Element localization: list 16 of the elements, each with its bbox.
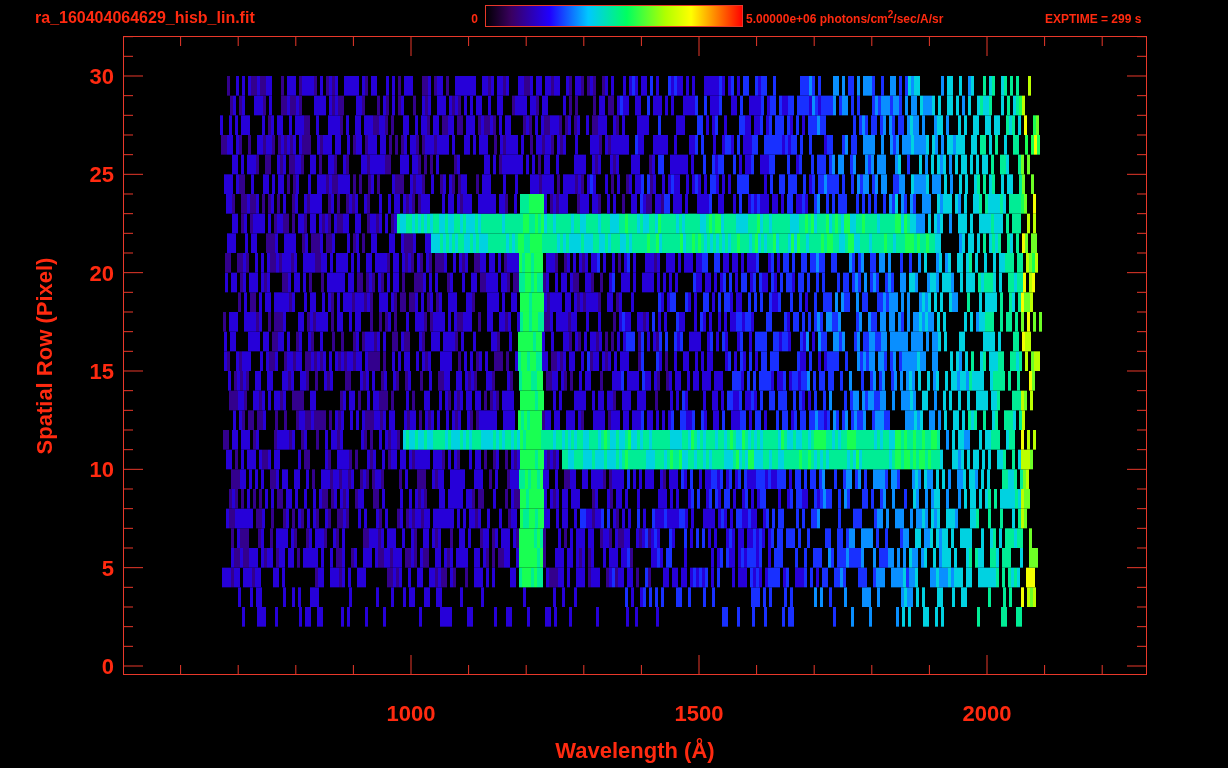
colorbar-max-label: 5.00000e+06 photons/cm$^{2}$/sec/A/sr <box>746 8 944 26</box>
y-tick-label: 30 <box>89 64 114 89</box>
exposure-time-label: EXPTIME = 299 s <box>1045 12 1142 26</box>
x-tick-label: 2000 <box>962 701 1012 726</box>
x-tick-label: 1000 <box>386 701 436 726</box>
plot-title: ra_160404064629_hisb_lin.fit <box>35 9 255 26</box>
x-tick-label: 1500 <box>674 701 724 726</box>
y-tick-label: 25 <box>89 162 114 188</box>
colorbar-min-label: 0 <box>471 12 478 26</box>
y-tick-label: 15 <box>89 359 114 384</box>
y-tick-label: 5 <box>101 555 114 581</box>
y-axis-title: Spatial Row (Pixel) <box>32 257 57 455</box>
y-tick-label: 20 <box>89 260 114 286</box>
y-tick-label: 10 <box>89 457 114 483</box>
x-axis-title: Wavelength (Å) <box>555 738 715 763</box>
y-tick-label: 0 <box>101 654 114 679</box>
